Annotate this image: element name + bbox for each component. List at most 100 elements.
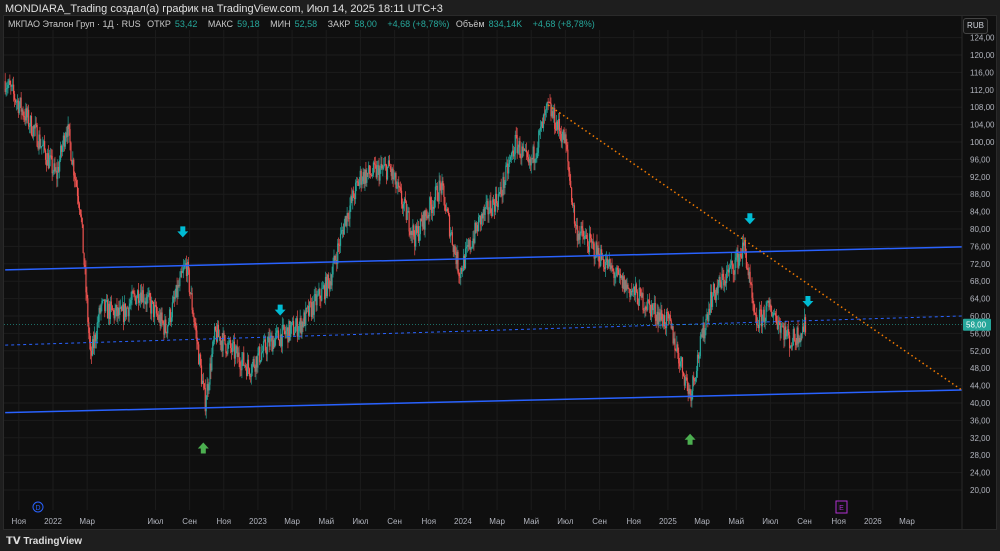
candle-body: [277, 330, 280, 340]
candle-body: [754, 312, 756, 315]
candle-body: [100, 305, 102, 313]
price-tick-label: 108,00: [970, 103, 995, 112]
candle-body: [147, 294, 149, 297]
volume-value: 834,14K: [488, 19, 523, 29]
candle-body: [517, 147, 519, 153]
candle-body: [586, 235, 588, 239]
candle-body: [493, 199, 495, 203]
price-tick-label: 64,00: [970, 295, 991, 304]
symbol-name[interactable]: МКПАО Эталон Груп · 1Д · RUS: [8, 19, 141, 29]
candle-body: [30, 115, 33, 135]
price-tick-label: 24,00: [970, 469, 991, 478]
candle-body: [682, 372, 685, 376]
candle-body: [259, 346, 261, 363]
candle-body: [222, 332, 224, 351]
candle-body: [558, 119, 561, 132]
candle-body: [199, 354, 202, 366]
candle-body: [88, 322, 90, 333]
candle-body: [766, 302, 768, 307]
candle-body: [308, 301, 311, 316]
price-tick-label: 124,00: [970, 34, 995, 43]
price-tick-label: 56,00: [970, 329, 991, 338]
candle-body: [732, 264, 734, 275]
candle-body: [321, 288, 323, 301]
candle-body: [142, 290, 144, 302]
candle-body: [192, 310, 194, 317]
candle-body: [500, 186, 502, 195]
price-tick-label: 20,00: [970, 486, 991, 495]
open-value: 53,42: [174, 19, 198, 29]
price-tick-label: 72,00: [970, 260, 991, 269]
candle-body: [791, 345, 793, 347]
candle-body: [726, 271, 728, 284]
candle-body: [90, 343, 92, 351]
time-tick-label: Июл: [762, 517, 779, 526]
time-tick-label: Ноя: [12, 517, 27, 526]
price-tick-label: 112,00: [970, 86, 994, 95]
candle-body: [434, 186, 437, 200]
candle-body: [568, 161, 570, 172]
candle-body: [70, 142, 72, 161]
candle-body: [408, 211, 410, 232]
candle-body: [498, 193, 500, 195]
candle-body: [298, 325, 300, 332]
up-arrow-icon: [684, 433, 696, 445]
candle-body: [42, 144, 44, 147]
candle-body: [565, 134, 567, 145]
candle-body: [251, 363, 253, 373]
candle-body: [534, 158, 536, 163]
low-label: МИН: [270, 19, 291, 29]
candle-body: [248, 368, 251, 377]
candle-body: [451, 232, 453, 245]
candle-body: [293, 332, 296, 336]
candle-body: [382, 168, 384, 170]
candle-body: [613, 271, 615, 278]
change-value: +4,68 (+8,78%): [387, 19, 450, 29]
candle-body: [526, 152, 529, 158]
candle-body: [327, 274, 329, 281]
candle-body: [749, 271, 751, 283]
candle-body: [731, 260, 733, 265]
candle-body: [638, 287, 640, 306]
candle-body: [674, 338, 676, 351]
time-tick-label: Май: [728, 517, 744, 526]
candle-body: [782, 325, 784, 328]
candle-body: [418, 234, 421, 241]
candle-body: [420, 218, 422, 222]
candle-body: [592, 241, 594, 244]
candle-body: [241, 359, 243, 371]
candle-body: [618, 269, 620, 275]
candle-body: [713, 283, 716, 293]
up-arrow-icon: [197, 442, 209, 454]
candle-body: [161, 312, 163, 322]
candle-body: [447, 211, 450, 216]
candle-body: [594, 257, 596, 259]
chart-canvas[interactable]: 124,00 120,00 116,00 112,00 108,00 104,00 100,…: [0, 0, 1000, 551]
candle-body: [338, 243, 340, 245]
candle-body: [689, 388, 691, 394]
candle-body: [615, 275, 617, 278]
low-value: 52,58: [294, 19, 318, 29]
candle-body: [36, 124, 38, 147]
candle-body: [786, 333, 788, 337]
candle-body: [149, 293, 151, 301]
candle-body: [404, 198, 406, 202]
candle-body: [29, 126, 31, 128]
candle-body: [430, 197, 432, 205]
currency-button[interactable]: RUB: [963, 18, 988, 34]
candle-body: [774, 313, 777, 316]
candle-body: [369, 165, 371, 175]
candle-body: [478, 217, 480, 232]
candle-body: [80, 214, 82, 219]
candle-body: [9, 80, 11, 85]
candle-body: [73, 159, 75, 176]
candle-body: [129, 303, 131, 306]
candle-body: [230, 340, 232, 349]
candle-body: [319, 289, 321, 299]
candle-body: [95, 338, 97, 342]
candle-body: [386, 166, 389, 180]
candle-body: [537, 147, 539, 153]
candle-body: [195, 325, 197, 331]
candle-body: [750, 282, 752, 284]
candle-body: [439, 180, 441, 184]
